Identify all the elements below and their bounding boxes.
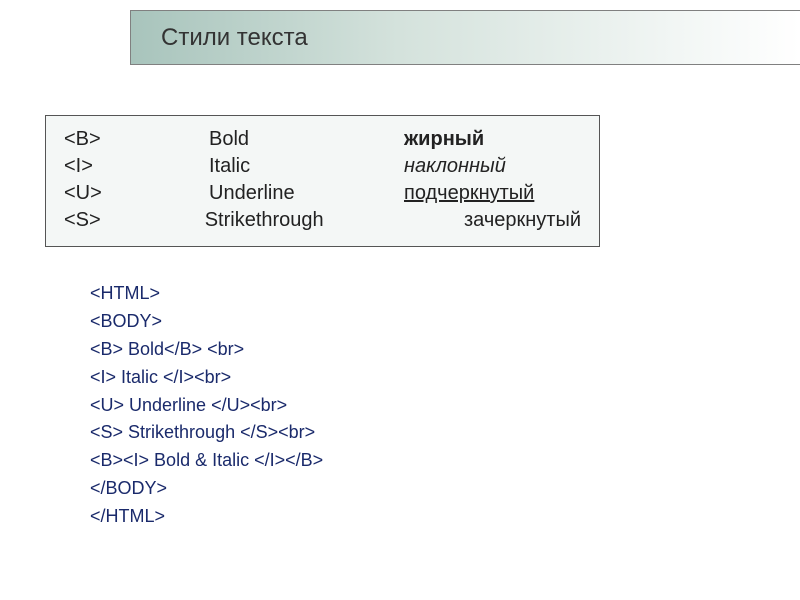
code-line: <B><I> Bold & Italic </I></B>: [90, 447, 323, 475]
eng-cell: Italic: [209, 155, 404, 178]
tag-cell: <U>: [64, 182, 209, 205]
table-row: <B> Bold жирный: [46, 126, 599, 153]
styles-table: <B> Bold жирный <I> Italic наклонный <U>…: [45, 115, 600, 247]
eng-cell: Bold: [209, 128, 404, 151]
table-row: <I> Italic наклонный: [46, 153, 599, 180]
header-title: Стили текста: [161, 24, 308, 52]
code-line: <BODY>: [90, 308, 323, 336]
tag-cell: <I>: [64, 155, 209, 178]
code-line: <S> Strikethrough </S><br>: [90, 419, 323, 447]
code-line: </HTML>: [90, 503, 323, 531]
table-row: <U> Underline подчеркнутый: [46, 180, 599, 207]
tag-cell: <S>: [64, 209, 205, 232]
rus-cell-strike: зачеркнутый: [464, 209, 581, 232]
tag-cell: <B>: [64, 128, 209, 151]
code-line: </BODY>: [90, 475, 323, 503]
eng-cell: Strikethrough: [205, 209, 394, 232]
code-example: <HTML> <BODY> <B> Bold</B> <br> <I> Ital…: [90, 280, 323, 531]
eng-cell: Underline: [209, 182, 404, 205]
rus-cell-italic: наклонный: [404, 155, 506, 178]
code-line: <B> Bold</B> <br>: [90, 336, 323, 364]
rus-cell-underline: подчеркнутый: [404, 182, 534, 205]
header-bar: Стили текста: [130, 10, 800, 65]
code-line: <I> Italic </I><br>: [90, 364, 323, 392]
code-line: <U> Underline </U><br>: [90, 392, 323, 420]
code-line: <HTML>: [90, 280, 323, 308]
rus-cell-bold: жирный: [404, 128, 484, 151]
table-row: <S> Strikethrough зачеркнутый: [46, 207, 599, 234]
